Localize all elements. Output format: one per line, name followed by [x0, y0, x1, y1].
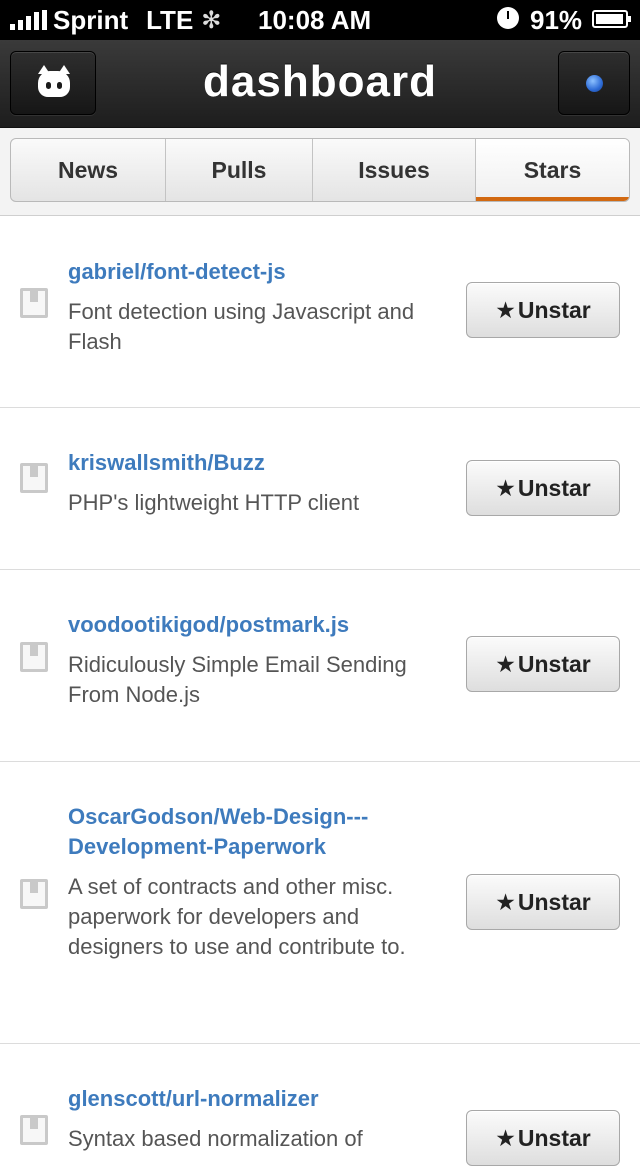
- repo-name-link[interactable]: glenscott/url-normalizer: [68, 1084, 448, 1114]
- list-item: voodootikigod/postmark.js Ridiculously S…: [0, 570, 640, 762]
- unstar-label: Unstar: [517, 1124, 591, 1151]
- list-item: gabriel/font-detect-js Font detection us…: [0, 217, 640, 408]
- repo-description: Ridiculously Simple Email Sending From N…: [68, 652, 407, 707]
- star-icon: ★: [495, 650, 516, 677]
- repo-description: PHP's lightweight HTTP client: [68, 490, 360, 515]
- repo-description: Font detection using Javascript and Flas…: [68, 299, 415, 354]
- unstar-button[interactable]: ★ Unstar: [466, 282, 620, 338]
- battery-icon: [592, 10, 631, 28]
- star-icon: ★: [495, 1124, 516, 1151]
- repo-icon: [20, 879, 48, 909]
- clock: 10:08 AM: [258, 5, 372, 35]
- network-label: LTE: [146, 4, 194, 35]
- list-item: kriswallsmith/Buzz PHP's lightweight HTT…: [0, 408, 640, 570]
- unstar-button[interactable]: ★ Unstar: [466, 636, 620, 692]
- tab-pulls[interactable]: Pulls: [166, 139, 313, 201]
- battery-percent: 91%: [530, 5, 583, 35]
- carrier-label: Sprint: [53, 4, 129, 35]
- repo-description: Syntax based normalization of: [68, 1126, 363, 1151]
- unstar-label: Unstar: [517, 650, 591, 677]
- navigation-bar: [0, 40, 640, 128]
- menu-button[interactable]: [10, 51, 96, 115]
- unstar-button[interactable]: ★ Unstar: [466, 874, 620, 930]
- repo-icon: [20, 288, 48, 318]
- activity-spinner-icon: ✻: [201, 6, 222, 34]
- repo-name-link[interactable]: kriswallsmith/Buzz: [68, 448, 448, 478]
- repo-icon: [20, 463, 48, 493]
- octocat-icon: [38, 65, 70, 97]
- repo-name-link[interactable]: OscarGodson/Web-Design---Development-Pap…: [68, 802, 438, 862]
- repo-name-link[interactable]: voodootikigod/postmark.js: [68, 610, 448, 640]
- unstar-label: Unstar: [517, 474, 591, 501]
- status-bar: Sprint LTE ✻ 10:08 AM 91%: [0, 0, 640, 40]
- status-dot-icon: [586, 75, 603, 92]
- list-item: OscarGodson/Web-Design---Development-Pap…: [0, 762, 640, 1044]
- status-button[interactable]: [558, 51, 630, 115]
- repo-icon: [20, 1115, 48, 1145]
- tab-issues[interactable]: Issues: [313, 139, 476, 201]
- starred-repo-list: gabriel/font-detect-js Font detection us…: [0, 217, 640, 1166]
- unstar-button[interactable]: ★ Unstar: [466, 460, 620, 516]
- tab-stars[interactable]: Stars: [476, 139, 629, 201]
- repo-icon: [20, 642, 48, 672]
- segment-bar: News Pulls Issues Stars: [0, 128, 640, 216]
- unstar-label: Unstar: [517, 888, 591, 915]
- repo-description: A set of contracts and other misc. paper…: [68, 874, 406, 959]
- star-icon: ★: [495, 888, 516, 915]
- unstar-label: Unstar: [517, 296, 591, 323]
- segmented-control: News Pulls Issues Stars: [10, 138, 630, 202]
- unstar-button[interactable]: ★ Unstar: [466, 1110, 620, 1166]
- star-icon: ★: [495, 296, 516, 323]
- alarm-icon: [497, 7, 519, 29]
- tab-news[interactable]: News: [11, 139, 166, 201]
- list-item: glenscott/url-normalizer Syntax based no…: [0, 1044, 640, 1166]
- repo-name-link[interactable]: gabriel/font-detect-js: [68, 257, 448, 287]
- star-icon: ★: [495, 474, 516, 501]
- signal-icon: [10, 10, 47, 30]
